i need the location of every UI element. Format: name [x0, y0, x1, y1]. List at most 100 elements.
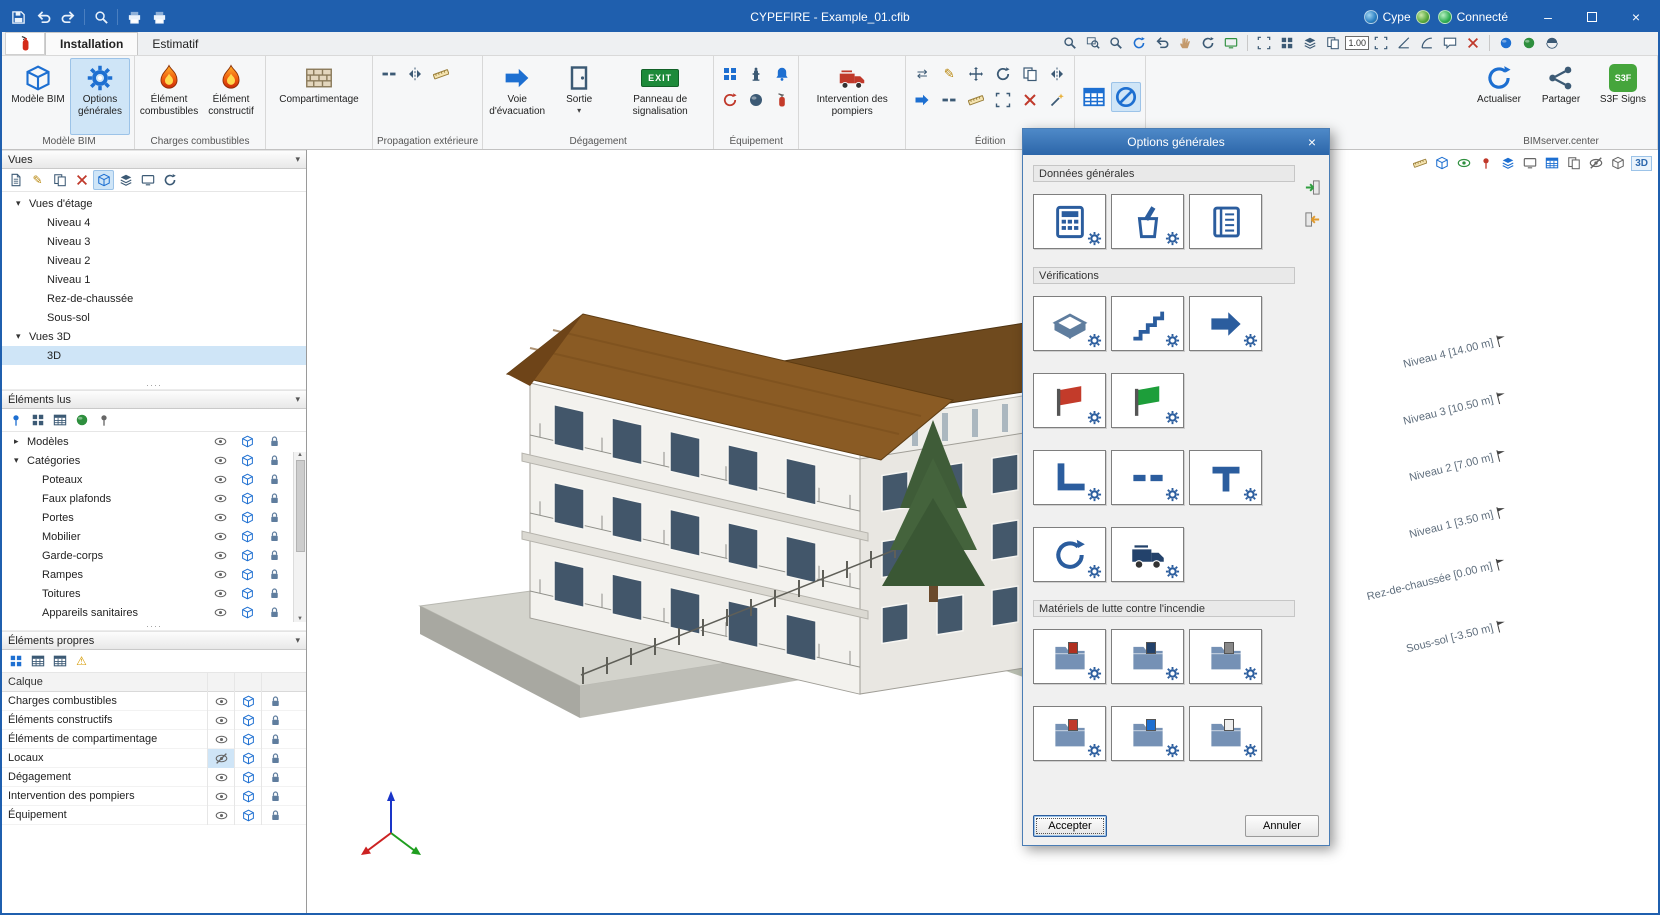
connection-status[interactable]: Connecté	[1437, 10, 1508, 24]
copy-icon[interactable]	[1018, 62, 1042, 86]
tree-item-3d[interactable]: 3D	[2, 346, 306, 365]
3d-cube-icon[interactable]	[234, 470, 261, 489]
columns-right-icon[interactable]	[49, 651, 70, 671]
pin-icon[interactable]	[93, 410, 114, 430]
warning-icon[interactable]: ⚠	[71, 651, 92, 671]
3d-cube-icon[interactable]	[234, 603, 261, 622]
3d-cube-icon[interactable]	[234, 584, 261, 603]
visibility-eye-icon[interactable]	[207, 565, 234, 584]
titlebar[interactable]: CYPEFIRE - Example_01.cfib Cype Connecté…	[2, 2, 1658, 32]
hose-reel-library-button[interactable]	[1111, 629, 1184, 684]
3d-cube-icon[interactable]	[234, 767, 261, 787]
visibility-eye-icon[interactable]	[207, 489, 234, 508]
edit-view-icon[interactable]: ✎	[27, 170, 48, 190]
tree-item-rampes[interactable]: Rampes	[2, 565, 306, 584]
tree-item-toitures[interactable]: Toitures	[2, 584, 306, 603]
measure-icon[interactable]	[964, 88, 988, 112]
group-elements-icon[interactable]	[1563, 153, 1584, 173]
scroll-up-icon[interactable]: ▲	[297, 452, 303, 458]
3d-cube-icon[interactable]	[234, 748, 261, 768]
detection-library-button[interactable]	[1111, 706, 1184, 761]
3d-viewport[interactable]: 3D Niveau 4 [14.00 m] Niveau 3 [10.50 m]…	[307, 150, 1658, 913]
visibility-eye-icon[interactable]	[207, 432, 234, 451]
share-button[interactable]: Partager	[1531, 58, 1591, 135]
move-icon[interactable]	[964, 62, 988, 86]
section-view-icon[interactable]	[115, 170, 136, 190]
compartmentation-button[interactable]: Compartimentage	[270, 58, 368, 135]
visibility-eye-icon[interactable]	[207, 710, 234, 730]
tab-installation[interactable]: Installation	[45, 32, 139, 55]
dry-riser-library-button[interactable]	[1033, 629, 1106, 684]
lock-icon[interactable]	[261, 805, 288, 825]
3d-cube-icon[interactable]	[234, 432, 261, 451]
expand-icon[interactable]	[1370, 33, 1392, 53]
structure-section-check-button[interactable]	[1033, 450, 1106, 505]
3d-cube-icon[interactable]	[234, 508, 261, 527]
view-3d-icon[interactable]	[93, 170, 114, 190]
visibility-eye-icon[interactable]	[207, 691, 234, 711]
visibility-eye-icon[interactable]	[207, 584, 234, 603]
edit-icon[interactable]: ✎	[937, 62, 961, 86]
protractor-icon[interactable]	[1416, 33, 1438, 53]
dialog-titlebar[interactable]: Options générales ×	[1023, 129, 1329, 155]
partition-check-button[interactable]	[1189, 450, 1262, 505]
visibility-filter-icon[interactable]	[1453, 153, 1474, 173]
mirror-icon[interactable]	[1045, 62, 1069, 86]
zoom-window-icon[interactable]	[1082, 33, 1104, 53]
panel-splitter[interactable]: ····	[2, 621, 306, 631]
3d-cube-icon[interactable]	[234, 786, 261, 806]
3d-cube-icon[interactable]	[234, 527, 261, 546]
grid-icon[interactable]	[1276, 33, 1298, 53]
table-view-icon[interactable]	[1541, 153, 1562, 173]
siren-icon[interactable]	[770, 62, 794, 86]
undo-icon[interactable]	[31, 6, 55, 28]
offset-icon[interactable]	[991, 88, 1015, 112]
solid-mode-icon[interactable]	[1431, 153, 1452, 173]
signal-panel-button[interactable]: EXIT Panneau de signalisation	[611, 58, 709, 135]
sprinkler-library-button[interactable]	[1189, 706, 1262, 761]
s3f-signs-button[interactable]: S3F S3F Signs	[1593, 58, 1653, 135]
sphere-view-icon[interactable]	[1495, 33, 1517, 53]
fire-hose-icon[interactable]	[718, 88, 742, 112]
hydrant-library-button[interactable]	[1033, 706, 1106, 761]
roof-propagation-icon[interactable]	[403, 62, 427, 86]
layers-icon[interactable]	[1299, 33, 1321, 53]
sectors-check-button[interactable]	[1033, 296, 1106, 351]
tree-group-modeles[interactable]: ▸ Modèles	[2, 432, 306, 451]
tree-group-categories[interactable]: ▾ Catégories	[2, 451, 306, 470]
tree-item-niveau-3[interactable]: Niveau 3	[2, 232, 306, 251]
lock-icon[interactable]	[261, 710, 288, 730]
sprinkler-network-icon[interactable]	[718, 62, 742, 86]
3d-cube-icon[interactable]	[234, 489, 261, 508]
add-layer-icon[interactable]	[5, 651, 26, 671]
search-zoom-icon[interactable]	[1059, 33, 1081, 53]
accept-button[interactable]: Accepter	[1033, 815, 1107, 837]
detector-icon[interactable]	[744, 88, 768, 112]
layer-row-elements-constructifs[interactable]: Éléments constructifs	[2, 710, 306, 730]
app-button[interactable]	[5, 32, 45, 55]
lock-icon[interactable]	[261, 451, 288, 470]
shading-icon[interactable]	[1541, 33, 1563, 53]
ortho-icon[interactable]	[1393, 33, 1415, 53]
lock-icon[interactable]	[261, 508, 288, 527]
visibility-eye-icon[interactable]	[207, 451, 234, 470]
lock-icon[interactable]	[261, 470, 288, 489]
layer-row-charges-combustibles[interactable]: Charges combustibles	[2, 691, 306, 711]
3d-cube-icon[interactable]	[234, 805, 261, 825]
references-options-button[interactable]	[1189, 194, 1262, 249]
lock-icon[interactable]	[261, 729, 288, 749]
panel-header-elements-lus[interactable]: Éléments lus ▾	[2, 390, 306, 409]
constructive-element-button[interactable]: Élément constructif	[201, 58, 261, 135]
expand-all-icon[interactable]	[27, 410, 48, 430]
tables-icon[interactable]	[1079, 82, 1109, 112]
visibility-eye-off-icon[interactable]	[207, 748, 234, 768]
exit-button[interactable]: Sortie ▾	[549, 58, 609, 135]
delete-icon[interactable]	[1018, 88, 1042, 112]
tree-item-niveau-4[interactable]: Niveau 4	[2, 213, 306, 232]
minimize-button[interactable]: –	[1526, 2, 1570, 32]
columns-left-icon[interactable]	[27, 651, 48, 671]
lock-icon[interactable]	[261, 527, 288, 546]
orbit-view-icon[interactable]	[159, 170, 180, 190]
lock-icon[interactable]	[261, 748, 288, 768]
scrollbar-thumb[interactable]	[295, 460, 305, 552]
